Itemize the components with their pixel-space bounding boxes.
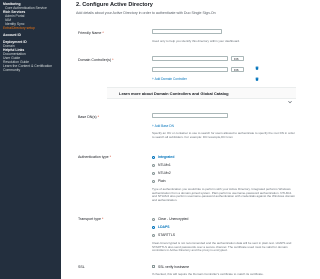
- required-marker: *: [97, 115, 99, 119]
- base-dn-label: Base DN(s) *: [78, 115, 99, 119]
- domain-controller-port-input[interactable]: [231, 56, 244, 61]
- page-title: 2. Configure Active Directory: [76, 2, 153, 8]
- sidebar-item[interactable]: Community: [0, 68, 61, 72]
- radio-unselected[interactable]: [152, 171, 156, 175]
- domain-controller-hostname-input[interactable]: [152, 56, 228, 61]
- radio-unselected[interactable]: [152, 217, 156, 221]
- friendly-name-hint: Used only to help you identify this dire…: [152, 39, 241, 43]
- sidebar: Monitoring Core Authentication Service Ric…: [0, 0, 61, 279]
- page-description: Add details about your Active Directory …: [76, 11, 216, 15]
- base-dn-hint: Specify an OU or container to use to sea…: [152, 131, 295, 139]
- add-domain-controller-button[interactable]: + Add Domain Controller: [152, 77, 187, 81]
- authentication-type-label: Authentication type *: [78, 155, 111, 159]
- add-base-dn-button[interactable]: + Add Base DN: [152, 124, 174, 128]
- base-dn-input[interactable]: [152, 113, 228, 118]
- required-marker: *: [102, 217, 104, 221]
- radio-unselected[interactable]: [152, 233, 156, 237]
- domain-controllers-label: Domain Controller(s) *: [78, 58, 114, 62]
- main-content: 2. Configure Active Directory Add detail…: [61, 0, 300, 279]
- friendly-name-input[interactable]: [152, 29, 222, 34]
- friendly-name-label: Friendly Name *: [78, 31, 104, 35]
- required-marker: *: [109, 155, 111, 159]
- trash-icon[interactable]: [255, 68, 259, 81]
- radio-selected[interactable]: [152, 155, 156, 159]
- chevron-down-icon: [288, 91, 292, 104]
- ssl-verify-hostname-checkbox[interactable]: [152, 265, 156, 269]
- ssl-label: SSL: [78, 265, 85, 269]
- radio-selected[interactable]: [152, 225, 156, 229]
- learn-more-label: Learn more about Domain Controllers and …: [119, 90, 229, 96]
- radio-unselected[interactable]: [152, 179, 156, 183]
- ssl-hint: If checked, this will require the Domain…: [152, 272, 264, 276]
- required-marker: *: [102, 31, 104, 35]
- domain-controller-hostname-input-2[interactable]: [152, 67, 228, 72]
- transport-type-label: Transport type *: [78, 217, 104, 221]
- trash-icon[interactable]: [255, 57, 259, 70]
- sidebar-nav: Monitoring Core Authentication Service Ric…: [0, 0, 61, 72]
- domain-controller-port-input-2[interactable]: [231, 67, 244, 72]
- learn-more-expander[interactable]: Learn more about Domain Controllers and …: [107, 87, 296, 104]
- authentication-type-hint: Type of authentication you would like to…: [152, 187, 295, 202]
- transport-type-hint: Clear-Unencrypted is not recommended and…: [152, 241, 292, 253]
- radio-unselected[interactable]: [152, 163, 156, 167]
- ssl-checkbox-label: SSL verify hostname: [158, 265, 190, 269]
- required-marker: *: [112, 58, 114, 62]
